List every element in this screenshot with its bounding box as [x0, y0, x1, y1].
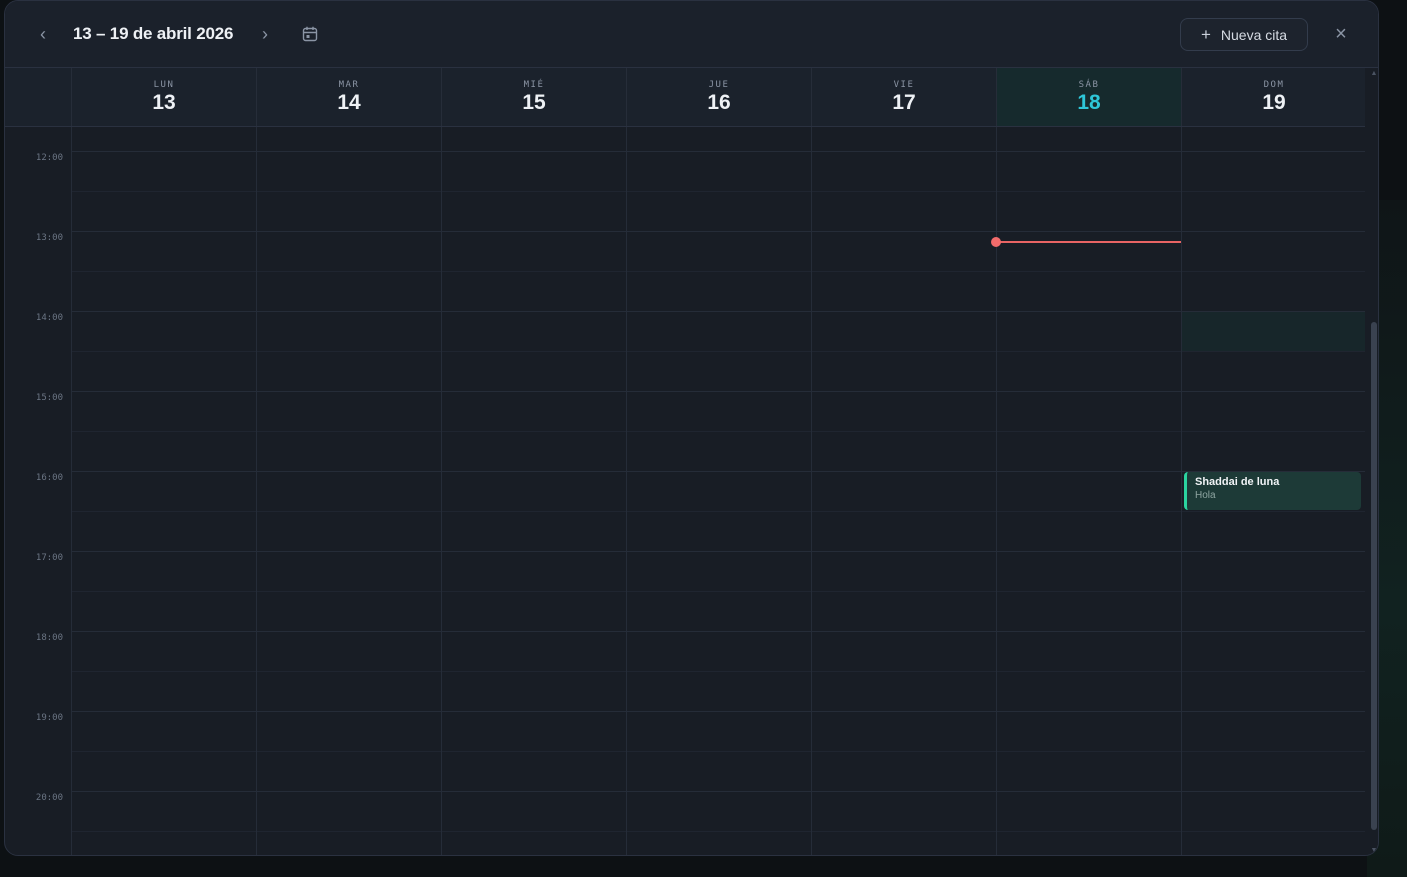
day-number: 19: [1262, 91, 1286, 114]
day-number: 18: [1077, 91, 1101, 114]
hour-label: 12:00: [35, 153, 63, 163]
hour-label: 15:00: [35, 393, 63, 403]
event-title: Shaddai de luna: [1195, 476, 1280, 488]
hour-line: [71, 631, 1365, 632]
day-header-fri[interactable]: VIE 17: [811, 68, 996, 126]
calendar-icon[interactable]: [301, 25, 319, 43]
hour-label: 20:00: [35, 793, 63, 803]
day-number: 17: [892, 91, 916, 114]
chevron-right-icon[interactable]: ›: [254, 23, 276, 45]
calendar-header: ‹ 13 – 19 de abril 2026 › + Nueva cita ×: [5, 1, 1378, 68]
hour-line: [71, 791, 1365, 792]
day-number: 15: [522, 91, 546, 114]
half-hour-line: [71, 831, 1365, 832]
day-of-week: MAR: [338, 80, 360, 90]
event-subtitle: Hola: [1195, 490, 1216, 501]
current-time-dot: [991, 237, 1001, 247]
hover-slot[interactable]: [1181, 311, 1365, 351]
half-hour-line: [71, 191, 1365, 192]
hour-label: 16:00: [35, 473, 63, 483]
hour-line: [71, 471, 1365, 472]
hour-line: [71, 551, 1365, 552]
scroll-down-icon[interactable]: ▼: [1370, 847, 1378, 855]
new-appointment-label: Nueva cita: [1220, 26, 1288, 43]
day-separator: [256, 127, 257, 855]
half-hour-line: [71, 751, 1365, 752]
day-header-mon[interactable]: LUN 13: [71, 68, 256, 126]
hour-label: 18:00: [35, 633, 63, 643]
hour-label: 19:00: [35, 713, 63, 723]
hour-line: [71, 711, 1365, 712]
half-hour-line: [71, 511, 1365, 512]
scrollbar-thumb[interactable]: [1371, 322, 1377, 830]
day-separator: [626, 127, 627, 855]
day-header-wed[interactable]: MIÉ 15: [441, 68, 626, 126]
day-separator: [441, 127, 442, 855]
day-of-week: LUN: [153, 80, 175, 90]
current-time-line: [997, 241, 1181, 243]
week-calendar-modal: ‹ 13 – 19 de abril 2026 › + Nueva cita ×…: [4, 0, 1379, 856]
hour-line: [71, 231, 1365, 232]
day-header-sat-today[interactable]: SÁB 18: [996, 68, 1181, 126]
day-of-week: VIE: [893, 80, 915, 90]
day-number: 16: [707, 91, 731, 114]
day-header-tue[interactable]: MAR 14: [256, 68, 441, 126]
half-hour-line: [71, 431, 1365, 432]
scroll-up-icon[interactable]: ▲: [1370, 70, 1378, 78]
day-number: 13: [152, 91, 176, 114]
hour-line: [71, 151, 1365, 152]
half-hour-line: [71, 351, 1365, 352]
vertical-scrollbar[interactable]: ▲ ▼: [1369, 68, 1378, 855]
day-of-week: DOM: [1263, 80, 1285, 90]
week-range-title: 13 – 19 de abril 2026: [73, 24, 234, 43]
day-header-thu[interactable]: JUE 16: [626, 68, 811, 126]
half-hour-line: [71, 671, 1365, 672]
hour-label: 13:00: [35, 233, 63, 243]
hour-line: [71, 391, 1365, 392]
plus-icon: +: [1200, 25, 1211, 44]
day-number: 14: [337, 91, 361, 114]
day-of-week: JUE: [708, 80, 730, 90]
hour-line: [71, 311, 1365, 312]
time-grid[interactable]: 12:00 13:00 14:00 15:00 16:00 17:00 18:0…: [5, 127, 1365, 855]
day-of-week: SÁB: [1078, 80, 1100, 90]
appointment-event[interactable]: Shaddai de luna Hola: [1184, 472, 1361, 510]
day-header-row: LUN 13 MAR 14 MIÉ 15 JUE 16 VIE 17 SÁB 1…: [5, 68, 1365, 127]
new-appointment-button[interactable]: + Nueva cita: [1180, 18, 1308, 51]
half-hour-line: [71, 591, 1365, 592]
day-of-week: MIÉ: [523, 80, 545, 90]
hour-label: 17:00: [35, 553, 63, 563]
day-separator: [1181, 127, 1182, 855]
close-icon[interactable]: ×: [1331, 23, 1351, 45]
day-header-sun[interactable]: DOM 19: [1181, 68, 1366, 126]
half-hour-line: [71, 271, 1365, 272]
day-separator: [71, 127, 72, 855]
hour-label: 14:00: [35, 313, 63, 323]
day-separator: [811, 127, 812, 855]
chevron-left-icon[interactable]: ‹: [32, 23, 54, 45]
